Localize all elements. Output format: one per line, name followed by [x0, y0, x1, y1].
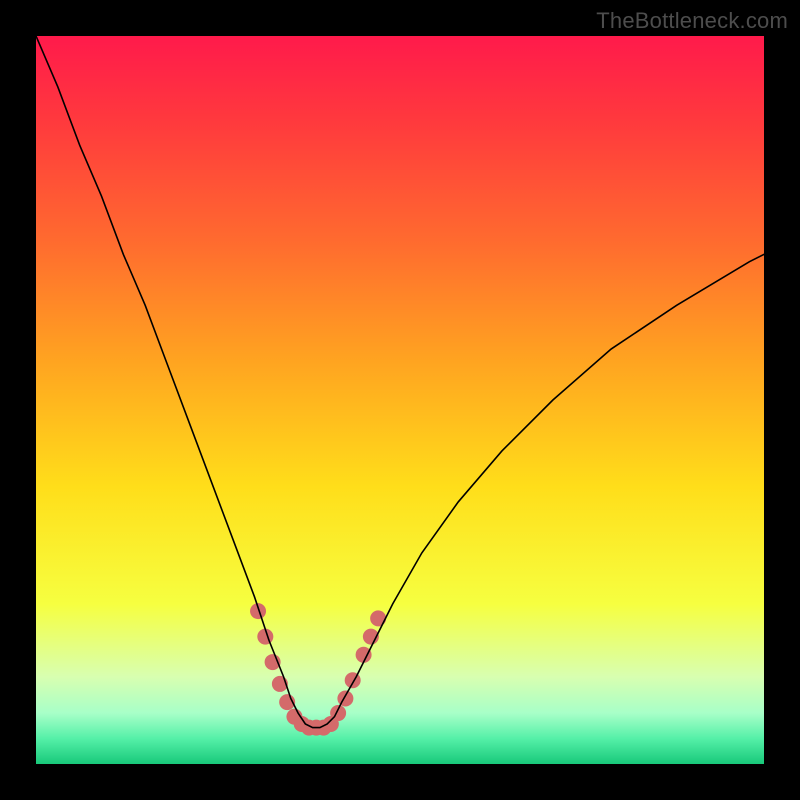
chart-svg [36, 36, 764, 764]
highlight-dot [370, 610, 386, 626]
chart-background [36, 36, 764, 764]
chart-plot [36, 36, 764, 764]
highlight-dot [337, 690, 353, 706]
watermark-label: TheBottleneck.com [596, 8, 788, 34]
highlight-dot [345, 672, 361, 688]
chart-stage: TheBottleneck.com [0, 0, 800, 800]
